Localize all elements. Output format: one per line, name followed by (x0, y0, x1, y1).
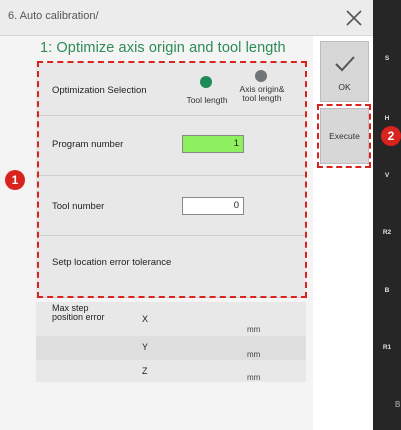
axis-z-unit: mm (247, 373, 261, 382)
axis-z-label: Z (142, 366, 148, 376)
strip-label-r2: R2 (382, 229, 392, 236)
side-strip (373, 0, 401, 430)
callout-box-execute (317, 104, 371, 168)
axis-x-unit: mm (247, 325, 261, 334)
callout-badge-1: 1 (5, 170, 25, 190)
window-title: 6. Auto calibration/ (8, 10, 99, 22)
strip-label-r1: R1 (382, 344, 392, 351)
strip-label-b: B (384, 287, 390, 294)
callout-box-settings (37, 61, 307, 298)
axis-y-unit: mm (247, 350, 261, 359)
strip-label-b-edge: B (395, 400, 401, 409)
strip-label-s: S (384, 55, 390, 62)
checkmark-icon (334, 54, 356, 79)
strip-label-h: H (384, 115, 390, 122)
close-icon[interactable] (340, 4, 368, 32)
axis-x-label: X (142, 314, 149, 324)
ok-button-label: OK (338, 82, 351, 92)
callout-badge-2: 2 (381, 126, 401, 146)
max-step-label: Max step position error (52, 303, 105, 322)
ok-button[interactable]: OK (320, 41, 369, 102)
max-step-row-y (36, 336, 306, 360)
max-step-row-z (36, 360, 306, 382)
section-heading: 1: Optimize axis origin and tool length (40, 40, 286, 56)
strip-label-v: V (384, 172, 390, 179)
axis-y-label: Y (142, 342, 149, 352)
